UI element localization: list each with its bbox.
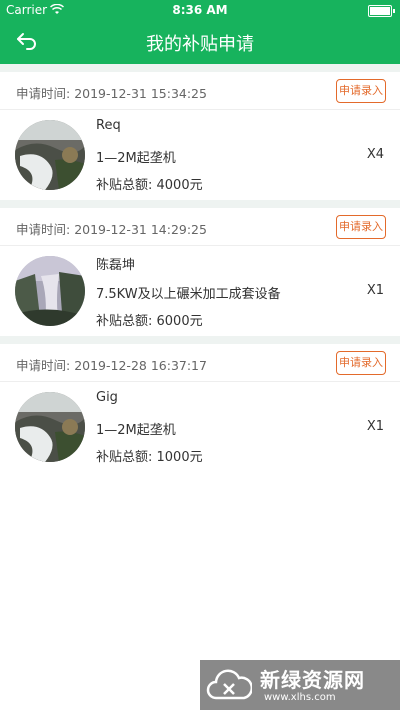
divider <box>0 64 400 72</box>
cloud-logo-icon <box>206 668 253 706</box>
page-title: 我的补贴申请 <box>146 34 254 55</box>
card-header: 申请时间: 2019-12-31 15:34:25 申请录入 <box>0 72 400 110</box>
apply-time-value: 2019-12-31 15:34:25 <box>74 86 207 101</box>
status-time: 8:36 AM <box>172 3 228 17</box>
apply-time-row: 申请时间: 2019-12-31 15:34:25 <box>16 83 207 102</box>
apply-time-row: 申请时间: 2019-12-28 16:37:17 <box>16 355 207 374</box>
product-quantity: X1 <box>366 283 384 298</box>
subsidy-card[interactable]: 申请时间: 2019-12-31 15:34:25 申请录入 Req 1—2M起… <box>0 72 400 200</box>
applicant-name: Gig <box>96 390 118 405</box>
apply-entry-button[interactable]: 申请录入 <box>336 351 386 375</box>
card-body: Gig 1—2M起垄机 X1 补贴总额: 1000元 <box>0 382 400 472</box>
watermark-url: www.xlhs.com <box>264 692 336 703</box>
product-image <box>15 120 85 190</box>
card-body: 陈磊坤 7.5KW及以上碾米加工成套设备 X1 补贴总额: 6000元 <box>0 246 400 336</box>
apply-entry-button[interactable]: 申请录入 <box>336 79 386 103</box>
apply-time-label: 申请时间: <box>16 222 71 237</box>
product-name: 1—2M起垄机 <box>96 423 176 438</box>
product-name: 7.5KW及以上碾米加工成套设备 <box>96 287 281 302</box>
apply-time-value: 2019-12-31 14:29:25 <box>74 222 207 237</box>
product-image <box>15 256 85 326</box>
card-header: 申请时间: 2019-12-31 14:29:25 申请录入 <box>0 208 400 246</box>
product-image <box>15 392 85 462</box>
apply-time-row: 申请时间: 2019-12-31 14:29:25 <box>16 219 207 238</box>
subsidy-card[interactable]: 申请时间: 2019-12-28 16:37:17 申请录入 Gig 1—2M起… <box>0 344 400 472</box>
apply-time-value: 2019-12-28 16:37:17 <box>74 358 207 373</box>
subsidy-total: 补贴总额: 4000元 <box>96 178 203 193</box>
battery-icon <box>368 5 395 17</box>
product-quantity: X1 <box>366 419 384 434</box>
divider <box>0 200 400 208</box>
applicant-name: 陈磊坤 <box>96 258 136 273</box>
subsidy-card[interactable]: 申请时间: 2019-12-31 14:29:25 申请录入 陈磊坤 7.5KW… <box>0 208 400 336</box>
divider <box>0 336 400 344</box>
apply-time-label: 申请时间: <box>16 358 71 373</box>
subsidy-total: 补贴总额: 6000元 <box>96 314 203 329</box>
site-watermark: 新绿资源网 www.xlhs.com <box>200 660 400 710</box>
applicant-name: Req <box>96 118 121 133</box>
card-header: 申请时间: 2019-12-28 16:37:17 申请录入 <box>0 344 400 382</box>
product-name: 1—2M起垄机 <box>96 151 176 166</box>
apply-time-label: 申请时间: <box>16 86 71 101</box>
subsidy-total: 补贴总额: 1000元 <box>96 450 203 465</box>
watermark-title: 新绿资源网 <box>260 668 365 692</box>
navigation-bar: 我的补贴申请 <box>0 20 400 64</box>
status-bar: Carrier 8:36 AM <box>0 0 400 20</box>
product-quantity: X4 <box>366 147 384 162</box>
subsidy-list: 申请时间: 2019-12-31 15:34:25 申请录入 Req 1—2M起… <box>0 64 400 472</box>
card-body: Req 1—2M起垄机 X4 补贴总额: 4000元 <box>0 110 400 200</box>
apply-entry-button[interactable]: 申请录入 <box>336 215 386 239</box>
